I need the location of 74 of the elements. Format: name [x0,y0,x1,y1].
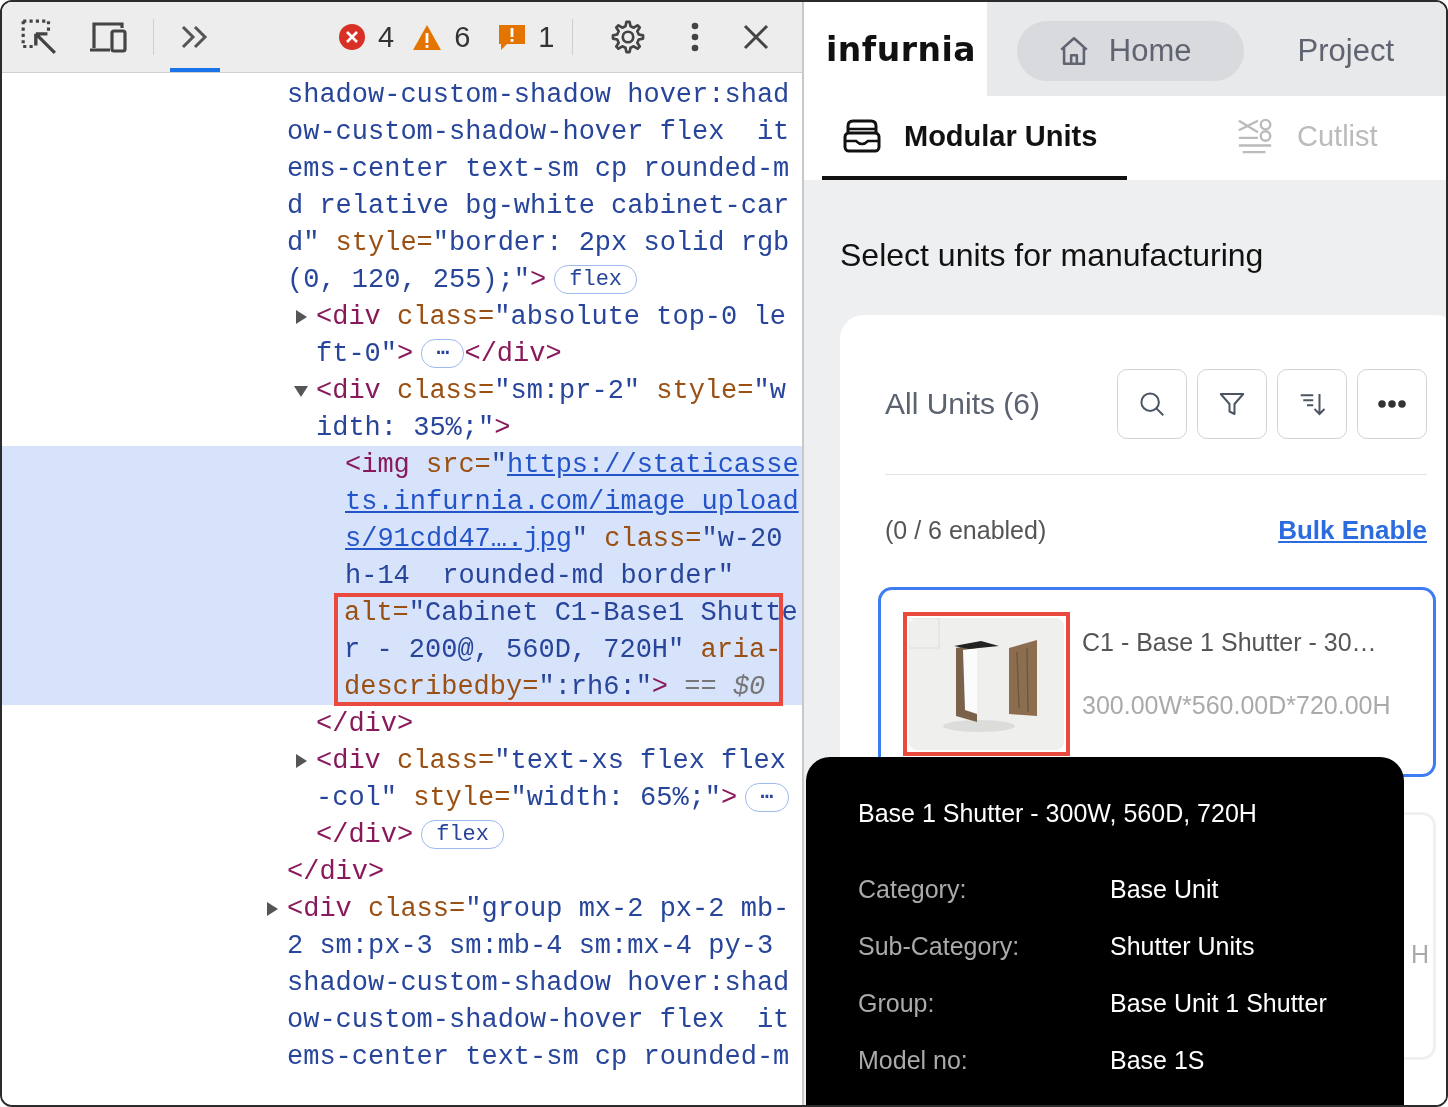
code-text: ow-custom-shadow-hover flex it [287,116,790,147]
code-text: </div> [287,856,385,887]
code-text: describedby=":rh6:"> == $0 [344,671,766,702]
code-text: ow-custom-shadow-hover flex it [287,1004,790,1035]
tooltip-title: Base 1 Shutter - 300W, 560D, 720H [858,799,1258,828]
code-text: shadow-custom-shadow hover:shad [287,79,790,110]
double-chevron-icon [180,24,210,50]
code-text: (0, 120, 255);"> [287,264,547,295]
issue-icon [498,23,527,51]
expand-triangle-icon[interactable] [265,901,279,916]
device-toolbar-icon[interactable] [88,20,128,54]
code-text: <img src="https://staticasse [345,449,799,480]
code-text: d relative bg-white cabinet-car [287,190,790,221]
drawer-icon [842,117,882,155]
detail-label: Model no: [858,1045,969,1076]
expand-triangle-icon[interactable] [294,753,308,768]
node-badge[interactable]: ⋯ [421,339,465,368]
code-text: <div class="sm:pr-2" style="w [316,375,786,406]
code-text: -col" style="width: 65%;"> [316,782,738,813]
warning-count[interactable]: 6 [454,20,471,54]
detail-value: Shutter Units [1110,931,1256,962]
collapse-triangle-icon[interactable] [294,383,308,398]
code-link[interactable]: https://staticasse [507,449,799,480]
code-text: </div> [316,708,414,739]
units-count-title: All Units (6) [885,387,1041,421]
logo[interactable]: infurnia [826,29,976,69]
page-heading: Select units for manufacturing [840,236,1265,275]
warning-icon [412,23,443,51]
code-text: ems-center text-sm cp rounded-m [287,153,790,184]
bulk-enable-link[interactable]: Bulk Enable [1278,514,1427,546]
inspect-element-icon[interactable] [20,18,58,56]
issue-count[interactable]: 1 [538,20,555,54]
code-text: <div class="group mx-2 px-2 mb- [287,893,790,924]
detail-value: Base Unit [1110,874,1220,905]
workspace-tab[interactable]: Project [1243,21,1446,81]
code-link[interactable]: s/91cdd47….jpg [345,523,572,554]
unit-dimensions: H [1410,940,1429,969]
kebab-menu-icon[interactable] [691,22,700,52]
code-link[interactable]: ts.infurnia.com/image_upload [345,486,799,517]
code-text: <div class="text-xs flex flex [316,745,786,776]
code-text: s/91cdd47….jpg" class="w-20 [345,523,783,554]
code-text: </div> [464,338,562,369]
search-icon [1137,389,1167,419]
code-text: 2 sm:px-3 sm:mb-4 sm:mx-4 py-3 [287,930,774,961]
workspace-tab[interactable]: Home [1016,21,1244,81]
detail-label: Sub-Category: [858,931,1021,962]
more-button[interactable] [1357,369,1427,439]
detail-value: Base Unit 1 Shutter [1110,988,1328,1019]
code-text: idth: 35%;"> [316,412,511,443]
code-text: </div> [316,819,414,850]
error-count[interactable]: 4 [378,20,395,54]
node-badge[interactable]: ⋯ [745,783,789,812]
section-tab[interactable]: Modular Units [822,96,1127,180]
detail-label: Group: [858,988,936,1019]
detail-label: Category: [858,874,968,905]
error-icon [338,23,366,51]
close-icon[interactable] [743,24,770,50]
expand-triangle-icon[interactable] [294,309,308,324]
code-text: ems-center text-sm cp rounded-m [287,1041,790,1072]
enabled-count: (0 / 6 enabled) [885,515,1047,545]
unit-title: C1 - Base 1 Shutter - 30… [1082,628,1378,657]
code-text: h-14 rounded-md border" [345,560,734,591]
detail-value: Base 1S [1110,1045,1206,1076]
search-button[interactable] [1117,369,1187,439]
node-badge[interactable]: flex [554,265,638,294]
node-badge[interactable]: flex [421,820,505,849]
code-text: ft-0"> [316,338,414,369]
more-icon [1376,399,1408,409]
unit-dimensions: 300.00W*560.00D*720.00H [1082,691,1391,720]
code-text: r - 200@, 560D, 720H" aria- [344,634,782,665]
code-text: <div class="absolute top-0 le [316,301,786,332]
code-text: shadow-custom-shadow hover:shad [287,967,790,998]
code-text: d" style="border: 2px solid rgb [287,227,790,258]
filter-button[interactable] [1197,369,1267,439]
